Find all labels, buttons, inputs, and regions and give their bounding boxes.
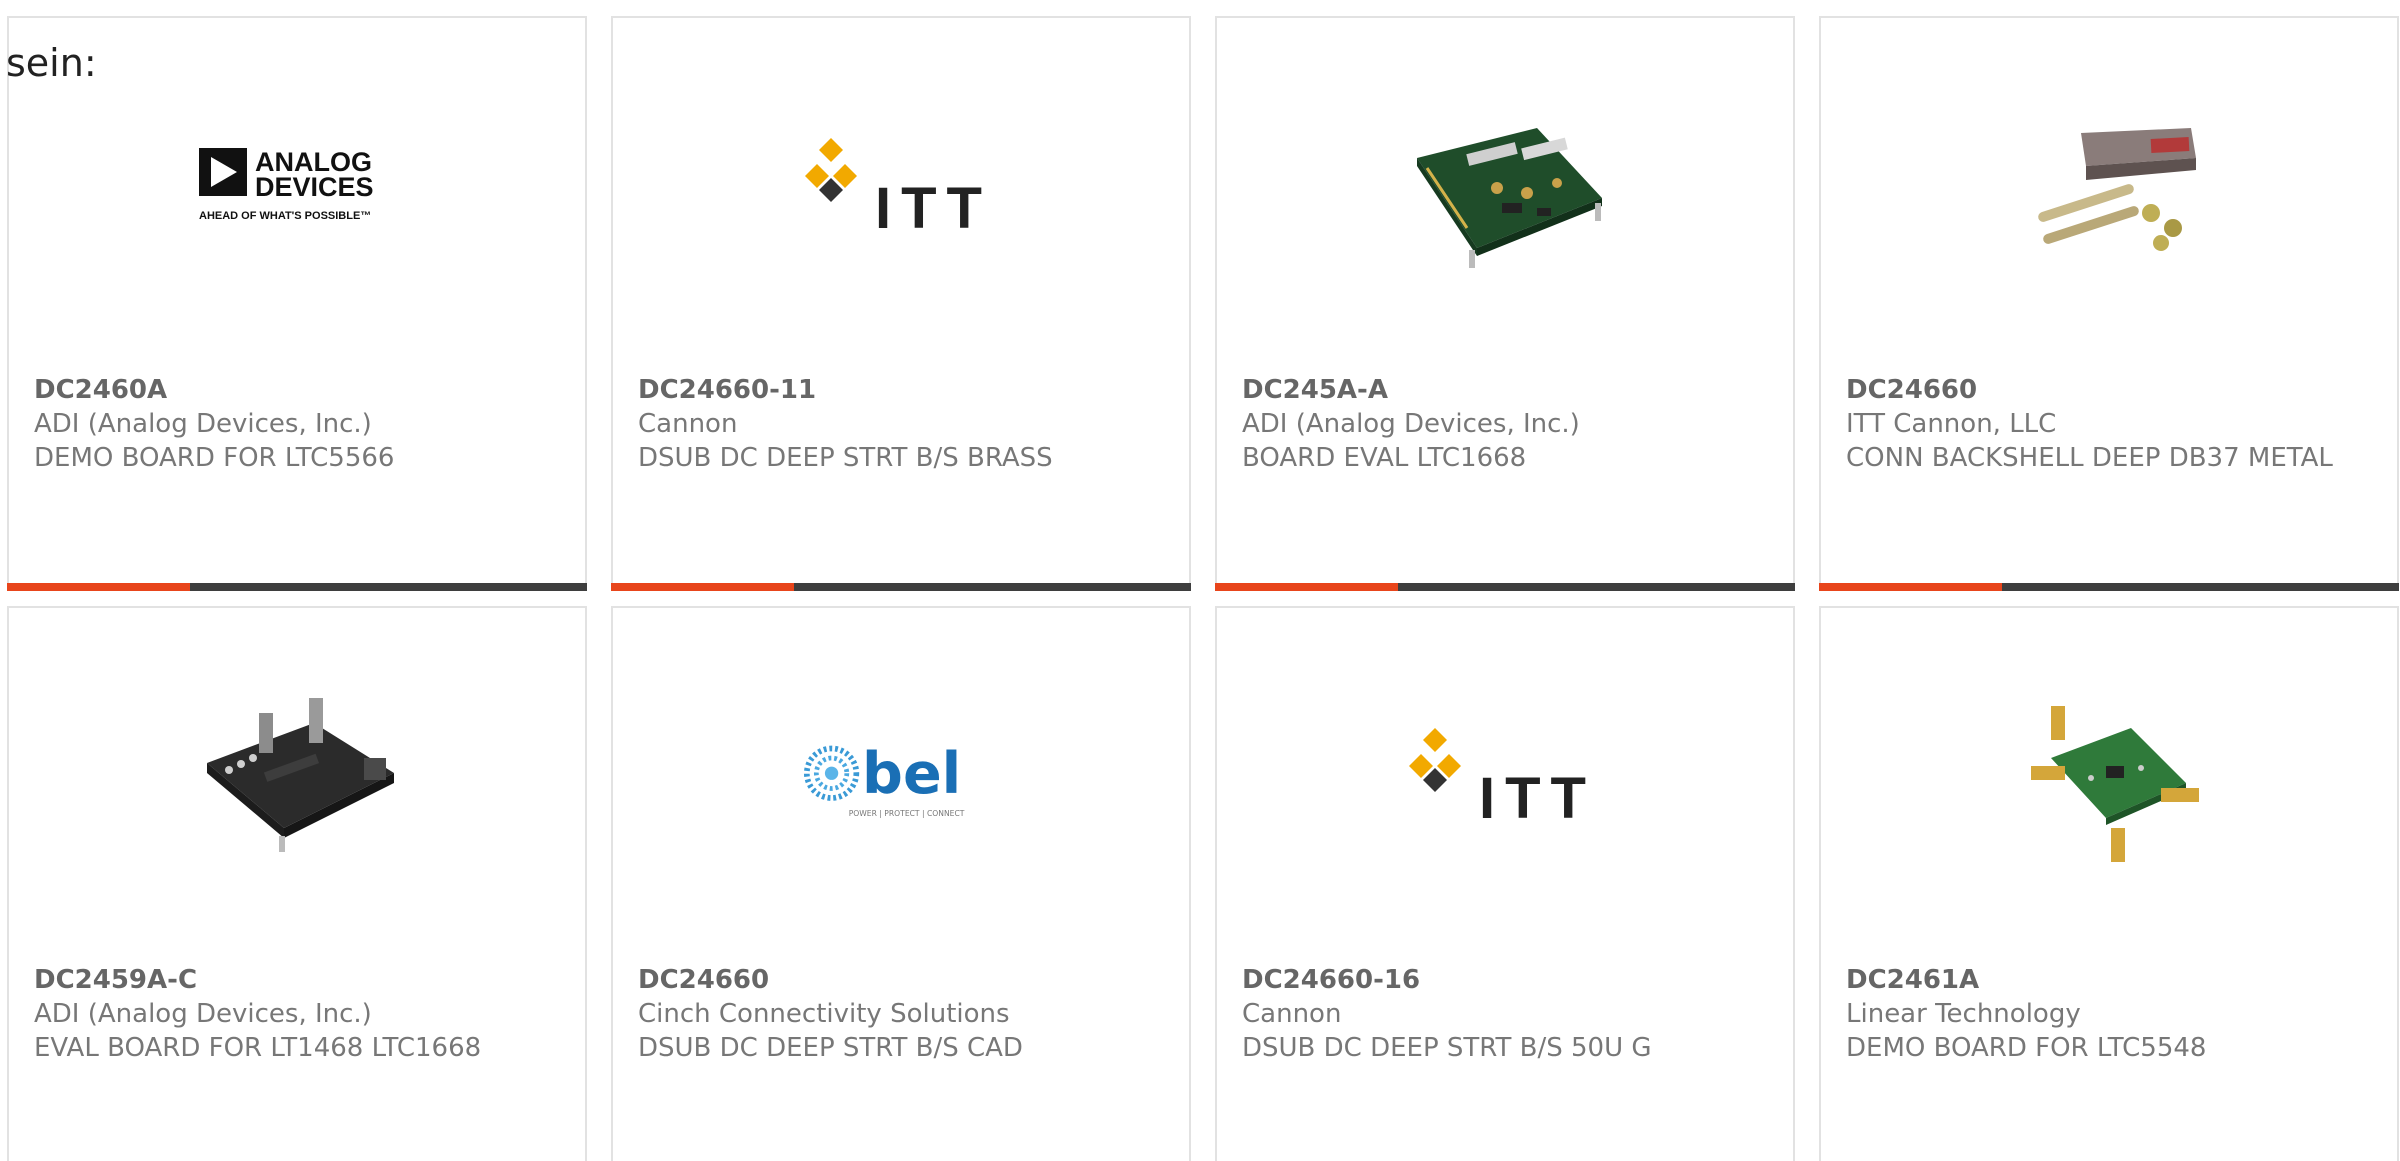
- bel-logo: bel POWER | PROTECT | CONNECT: [803, 678, 1003, 878]
- manufacturer-name: Cannon: [638, 409, 738, 439]
- part-number-link[interactable]: DC24660: [1846, 373, 2366, 407]
- svg-text:ITT: ITT: [875, 176, 992, 241]
- eval-board-photo: [1407, 88, 1607, 288]
- manufacturer-name: ADI (Analog Devices, Inc.): [34, 409, 372, 439]
- manufacturer-name: ADI (Analog Devices, Inc.): [1242, 409, 1580, 439]
- part-number-link[interactable]: DC245A-A: [1242, 373, 1762, 407]
- product-card[interactable]: DC2459A-C ADI (Analog Devices, Inc.) EVA…: [7, 606, 587, 1161]
- manufacturer-name: Cannon: [1242, 999, 1342, 1029]
- card-bottom-bar: [1819, 583, 2399, 591]
- part-number-link[interactable]: DC2459A-C: [34, 963, 554, 997]
- svg-text:ITT: ITT: [1479, 766, 1596, 831]
- rf-demo-board-photo: [2011, 678, 2211, 878]
- product-description: EVAL BOARD FOR LT1468 LTC1668: [34, 1033, 482, 1063]
- product-card[interactable]: bel POWER | PROTECT | CONNECT DC24660 Ci…: [611, 606, 1191, 1161]
- card-bottom-bar: [611, 583, 1191, 591]
- product-description: DSUB DC DEEP STRT B/S 50U G: [1242, 1033, 1652, 1063]
- manufacturer-name: ADI (Analog Devices, Inc.): [34, 999, 372, 1029]
- svg-text:AHEAD OF WHAT'S POSSIBLE™: AHEAD OF WHAT'S POSSIBLE™: [199, 210, 371, 222]
- manufacturer-name: ITT Cannon, LLC: [1846, 409, 2057, 439]
- product-card[interactable]: ANALOG DEVICES AHEAD OF WHAT'S POSSIBLE™…: [7, 16, 587, 591]
- product-description: DEMO BOARD FOR LTC5566: [34, 443, 395, 473]
- itt-logo: ITT: [1407, 678, 1607, 878]
- product-grid-page: sein: ANALOG DEVICES AHEAD OF WHAT'S POS…: [0, 0, 2400, 1161]
- product-card[interactable]: ITT DC24660-11 Cannon DSUB DC DEEP STRT …: [611, 16, 1191, 591]
- manufacturer-name: Cinch Connectivity Solutions: [638, 999, 1010, 1029]
- product-description: DSUB DC DEEP STRT B/S CAD: [638, 1033, 1023, 1063]
- product-description: CONN BACKSHELL DEEP DB37 METAL: [1846, 443, 2333, 473]
- product-card[interactable]: DC2461A Linear Technology DEMO BOARD FOR…: [1819, 606, 2399, 1161]
- product-description: DSUB DC DEEP STRT B/S BRASS: [638, 443, 1053, 473]
- product-description: BOARD EVAL LTC1668: [1242, 443, 1527, 473]
- product-card[interactable]: DC24660 ITT Cannon, LLC CONN BACKSHELL D…: [1819, 16, 2399, 591]
- part-number-link[interactable]: DC2461A: [1846, 963, 2366, 997]
- card-bottom-bar: [7, 583, 587, 591]
- manufacturer-name: Linear Technology: [1846, 999, 2081, 1029]
- itt-logo: ITT: [803, 88, 1003, 288]
- backshell-photo: [2011, 88, 2211, 288]
- product-description: DEMO BOARD FOR LTC5548: [1846, 1033, 2207, 1063]
- svg-text:DEVICES: DEVICES: [255, 172, 374, 202]
- dark-eval-board-photo: [199, 678, 399, 878]
- part-number-link[interactable]: DC2460A: [34, 373, 554, 407]
- part-number-link[interactable]: DC24660-11: [638, 373, 1158, 407]
- card-bottom-bar: [1215, 583, 1795, 591]
- product-card[interactable]: ITT DC24660-16 Cannon DSUB DC DEEP STRT …: [1215, 606, 1795, 1161]
- product-card[interactable]: DC245A-A ADI (Analog Devices, Inc.) BOAR…: [1215, 16, 1795, 591]
- part-number-link[interactable]: DC24660-16: [1242, 963, 1762, 997]
- intro-text: sein:: [6, 41, 97, 85]
- analog-devices-logo: ANALOG DEVICES AHEAD OF WHAT'S POSSIBLE™: [199, 88, 399, 288]
- part-number-link[interactable]: DC24660: [638, 963, 1158, 997]
- svg-text:POWER | PROTECT | CONNECT: POWER | PROTECT | CONNECT: [849, 809, 965, 818]
- svg-text:bel: bel: [862, 741, 961, 807]
